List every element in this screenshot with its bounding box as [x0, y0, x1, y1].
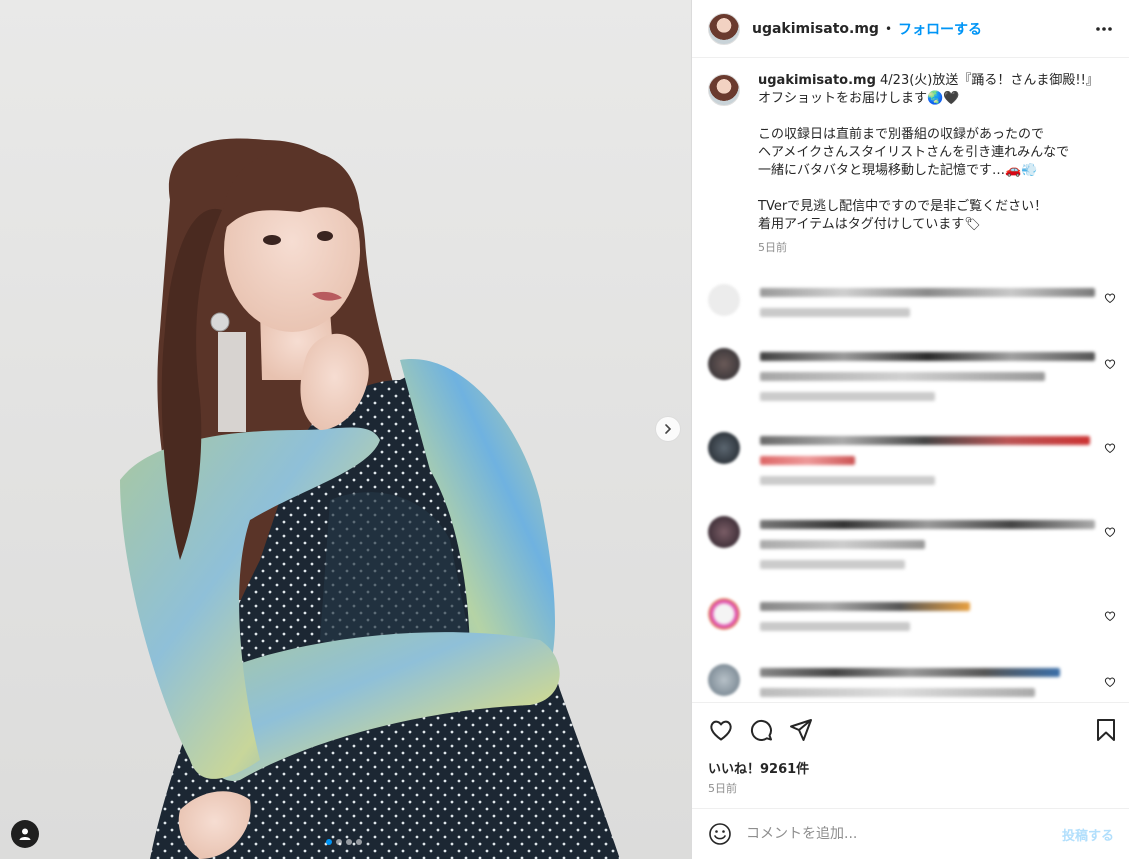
commenter-avatar[interactable]	[708, 598, 740, 630]
post-timestamp[interactable]: 5日前	[708, 780, 737, 796]
avatar[interactable]	[708, 12, 740, 45]
share-icon[interactable]	[788, 717, 814, 743]
comment-like-icon[interactable]	[1104, 526, 1116, 538]
caption-line: 4/23(火)放送『踊る！さんま御殿!!』	[875, 73, 1099, 88]
carousel-dot	[336, 839, 342, 845]
comment-like-icon[interactable]	[1104, 610, 1116, 622]
carousel-dot	[356, 839, 362, 845]
carousel-dot-active	[326, 839, 332, 845]
more-horizontal-icon[interactable]	[1094, 19, 1114, 39]
commenter-avatar[interactable]	[708, 664, 740, 696]
post-action-bar	[692, 702, 1129, 758]
chevron-right-icon	[665, 424, 672, 434]
post-header: ugakimisato.mg • フォローする	[692, 0, 1129, 58]
caption-line: 着用アイテムはタグ付けしています🏷	[758, 217, 981, 232]
caption-username[interactable]: ugakimisato.mg	[758, 73, 876, 88]
comment-like-icon[interactable]	[1104, 442, 1116, 454]
comment-like-icon[interactable]	[1104, 292, 1116, 304]
blurred-comment-text	[760, 352, 1095, 412]
caption-line: TVerで見逃し配信中ですので是非ご覧ください！	[758, 199, 1048, 214]
caption-timestamp: 5日前	[758, 241, 787, 254]
caption: ugakimisato.mg 4/23(火)放送『踊る！さんま御殿!!』 オフシ…	[708, 72, 1118, 257]
carousel-indicator	[326, 839, 362, 845]
commenter-avatar[interactable]	[708, 284, 740, 316]
caption-line: この収録日は直前まで別番組の収録があったので	[758, 127, 1045, 142]
commenter-avatar[interactable]	[708, 348, 740, 380]
emoji-icon[interactable]	[708, 822, 732, 846]
post-comment-button[interactable]: 投稿する	[1062, 825, 1114, 844]
post-side-panel: ugakimisato.mg • フォローする ugakimisato.mg 4…	[691, 0, 1129, 859]
blurred-comment-text	[760, 602, 1090, 642]
caption-line: 一緒にバタバタと現場移動した記憶です…🚗💨	[758, 163, 1038, 178]
heart-icon[interactable]	[708, 717, 734, 743]
caption-line: ヘアメイクさんスタイリストさんを引き連れみんなで	[758, 145, 1070, 160]
post-photo	[120, 138, 620, 859]
next-image-button[interactable]	[655, 416, 681, 442]
follow-button[interactable]: フォローする	[898, 19, 982, 39]
header-separator: •	[884, 21, 893, 36]
post-media[interactable]	[0, 0, 691, 859]
blurred-comment-text	[760, 520, 1095, 580]
carousel-dot	[346, 839, 352, 845]
commenter-avatar[interactable]	[708, 432, 740, 464]
caption-avatar[interactable]	[708, 74, 740, 106]
comment-like-icon[interactable]	[1104, 676, 1116, 688]
likes-count[interactable]: いいね！9261件	[708, 758, 809, 777]
bookmark-icon[interactable]	[1094, 717, 1118, 743]
add-comment-bar: 投稿する	[692, 808, 1129, 859]
comment-input[interactable]	[746, 826, 1046, 842]
tagged-user-button[interactable]	[11, 820, 39, 848]
commenter-avatar[interactable]	[708, 516, 740, 548]
user-icon	[19, 828, 31, 840]
comment-like-icon[interactable]	[1104, 358, 1116, 370]
blurred-comment-text	[760, 436, 1090, 496]
comment-icon[interactable]	[748, 717, 774, 743]
caption-line: オフショットをお届けします🌏🖤	[758, 91, 960, 106]
author-username[interactable]: ugakimisato.mg	[752, 21, 879, 37]
blurred-comment-text	[760, 288, 1095, 328]
